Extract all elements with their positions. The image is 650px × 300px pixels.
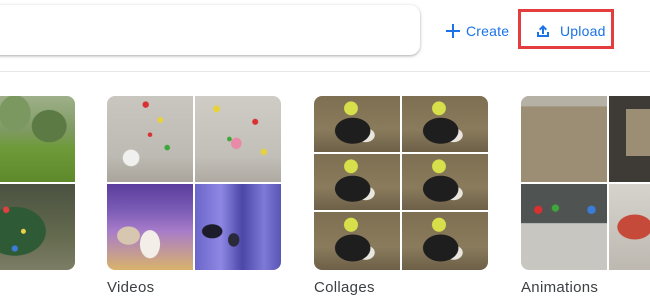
- album-thumbnail: [609, 184, 650, 270]
- upload-button[interactable]: Upload: [536, 17, 606, 45]
- plus-icon: [446, 24, 460, 38]
- album-label-videos: Videos: [107, 279, 155, 296]
- album-thumbnail: [402, 154, 488, 210]
- upload-icon: [536, 24, 550, 38]
- album-thumbnail: [107, 184, 193, 270]
- album-thumbnail: [402, 96, 488, 152]
- album-thumbnail: [609, 96, 650, 182]
- album-card-collages[interactable]: Collages: [314, 96, 488, 296]
- album-card-videos[interactable]: Videos: [107, 96, 281, 296]
- album-thumbnail-grid: [314, 96, 488, 270]
- toolbar-divider: [0, 71, 650, 72]
- photos-screen: Create Upload Videos Collages Animations: [0, 0, 650, 300]
- album-thumbnail: [107, 96, 193, 182]
- album-thumbnail: [0, 184, 75, 270]
- create-label: Create: [466, 23, 510, 39]
- album-thumbnail: [314, 96, 400, 152]
- album-label-animations: Animations: [521, 279, 599, 296]
- album-card-people[interactable]: [0, 96, 75, 272]
- album-thumbnail: [314, 212, 400, 270]
- album-thumbnail-grid: [0, 96, 75, 270]
- album-label-collages: Collages: [314, 279, 375, 296]
- upload-label: Upload: [560, 23, 606, 39]
- album-thumbnail: [521, 96, 607, 182]
- album-thumbnail: [314, 154, 400, 210]
- album-thumbnail: [195, 96, 281, 182]
- album-thumbnail: [0, 96, 75, 182]
- search-box[interactable]: [0, 5, 420, 55]
- top-bar: Create Upload: [0, 0, 650, 70]
- album-thumbnail: [521, 184, 607, 270]
- album-thumbnail: [195, 184, 281, 270]
- album-thumbnail: [402, 212, 488, 270]
- album-thumbnail-grid: [107, 96, 281, 270]
- create-button[interactable]: Create: [446, 17, 509, 45]
- album-card-animations[interactable]: Animations: [521, 96, 650, 296]
- album-thumbnail-grid: [521, 96, 650, 270]
